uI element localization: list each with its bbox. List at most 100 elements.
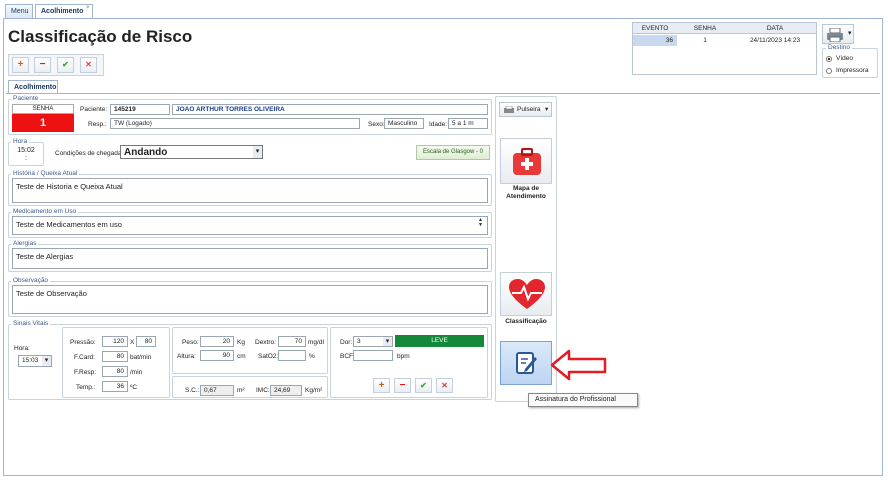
imc-label: IMC:	[256, 387, 270, 394]
sat-field[interactable]	[278, 350, 306, 361]
observacao-legend: Observação	[11, 277, 51, 284]
fcard-field[interactable]: 80	[102, 351, 128, 362]
sat-unit: %	[309, 353, 315, 360]
sinais-legend: Sinais Vitais	[11, 320, 51, 327]
paciente-id-field[interactable]: 145219	[110, 104, 170, 115]
hora-sub: :	[25, 155, 27, 162]
pressao-x: X	[130, 339, 135, 346]
sat-label: SatO2:	[258, 353, 279, 360]
sc-unit: m²	[237, 387, 245, 394]
bcf-field[interactable]	[353, 350, 393, 361]
chevron-down-icon[interactable]: ▾	[545, 103, 548, 116]
mapa-atendimento-button[interactable]	[500, 138, 552, 184]
tab-inner-label: Acolhimento	[14, 84, 57, 91]
fcard-label: F.Card:	[74, 354, 95, 361]
altura-label: Altura:	[177, 353, 196, 360]
radio-video-label: Vídeo	[836, 55, 853, 62]
imc-field: 24,69	[270, 385, 302, 396]
tooltip: Assinatura do Profissional	[528, 393, 638, 407]
fresp-field[interactable]: 80	[102, 366, 128, 377]
chevron-down-icon[interactable]: ▾	[383, 337, 392, 346]
page-title: Classificação de Risco	[8, 27, 193, 46]
peso-unit: Kg	[237, 339, 245, 346]
cell-senha[interactable]: 1	[677, 37, 733, 44]
tab-menu[interactable]: Menu	[5, 4, 33, 18]
medicamento-legend: Medicamento em Uso	[11, 208, 79, 215]
observacao-textarea[interactable]: Teste de Observação	[12, 285, 488, 314]
sc-label: S.C.:	[185, 387, 200, 394]
imc-unit: Kg/m²	[305, 387, 323, 394]
sv-cancel-button[interactable]: ✕	[436, 378, 453, 393]
dextro-field[interactable]: 70	[278, 336, 306, 347]
historia-legend: História / Queixa Atual	[11, 170, 80, 177]
historia-textarea[interactable]: Teste de Historia e Queixa Atual	[12, 178, 488, 203]
classificacao-button[interactable]	[500, 272, 552, 316]
sv-confirm-button[interactable]: ✔	[415, 378, 432, 393]
altura-unit: cm	[237, 353, 246, 360]
chevron-down-icon[interactable]: ▾	[848, 29, 852, 37]
cancel-button[interactable]: ✕	[80, 57, 97, 73]
radio-impressora[interactable]	[826, 68, 832, 74]
pressao-2-field[interactable]: 80	[136, 336, 156, 347]
dor-label: Dor:	[340, 339, 353, 346]
resp-field[interactable]: TW (Logado)	[110, 118, 360, 129]
tab-acolhimento-label: Acolhimento	[41, 8, 84, 15]
cell-data[interactable]: 24/11/2023 14:23	[735, 37, 815, 44]
glasgow-button[interactable]: Escala de Glasgow - 0	[416, 145, 490, 160]
idade-field[interactable]: 5 a 1 m	[448, 118, 488, 129]
sexo-field[interactable]: Masculino	[384, 118, 424, 129]
first-aid-kit-icon	[513, 148, 541, 175]
printer-icon	[827, 28, 843, 42]
hora-value: 15:02	[17, 147, 35, 154]
altura-field[interactable]: 90	[200, 350, 234, 361]
fcard-unit: bat/min	[130, 354, 152, 361]
dor-level-badge: LEVE	[395, 335, 484, 347]
tab-acolhimento[interactable]: Acolhimento ×	[35, 4, 93, 18]
chevron-down-icon[interactable]: ▾	[253, 146, 262, 158]
tab-close-icon[interactable]: ×	[86, 5, 90, 11]
paciente-legend: Paciente	[11, 95, 41, 102]
col-senha: SENHA	[693, 25, 717, 32]
signature-edit-icon	[516, 352, 537, 374]
sexo-label: Sexo:	[368, 121, 385, 128]
chegada-label: Condições de chegada:	[55, 150, 124, 157]
peso-field[interactable]: 20	[200, 336, 234, 347]
event-table: EVENTO SENHA DATA 36 1 24/11/2023 14:23	[632, 22, 817, 75]
chegada-select[interactable]: Andando	[120, 145, 263, 159]
print-button[interactable]: ▾	[822, 24, 854, 44]
destino-title: Destino	[826, 44, 853, 51]
pressao-label: Pressão:	[70, 339, 96, 346]
dextro-unit: mg/dl	[308, 339, 324, 346]
idade-label: Idade:	[429, 121, 448, 128]
pulseira-button[interactable]: Pulseira ▾	[499, 102, 552, 117]
heart-icon	[509, 279, 545, 309]
dextro-label: Dextro:	[255, 339, 276, 346]
hora-legend: Hora	[11, 138, 30, 145]
sv-hora-label: Hora:	[14, 345, 30, 352]
cell-evento[interactable]: 36	[635, 37, 673, 44]
confirm-button[interactable]: ✔	[57, 57, 74, 73]
remove-button[interactable]: −	[34, 57, 51, 73]
paciente-name-field[interactable]: JOAO ARTHUR TORRES OLIVEIRA	[172, 104, 488, 115]
assinatura-button[interactable]	[500, 341, 552, 385]
printer-icon	[504, 106, 514, 113]
pressao-1-field[interactable]: 120	[102, 336, 128, 347]
add-button[interactable]: +	[12, 57, 29, 73]
mapa-label: Mapa de Atendimento	[506, 185, 546, 200]
scroll-arrows[interactable]: ▲ ▼	[478, 218, 483, 228]
sv-add-button[interactable]: +	[373, 378, 390, 393]
resp-label: Resp.:	[88, 121, 107, 128]
medicamento-textarea[interactable]: Teste de Medicamentos em uso	[12, 216, 488, 235]
paciente-label: Paciente:	[80, 106, 108, 113]
temp-field[interactable]: 36	[102, 381, 128, 392]
tab-inner-acolhimento[interactable]: Acolhimento	[8, 80, 58, 94]
bcf-unit: bpm	[397, 353, 410, 360]
senha-label: SENHA	[12, 104, 74, 114]
col-evento: EVENTO	[641, 25, 669, 32]
sv-remove-button[interactable]: −	[394, 378, 411, 393]
classificacao-label: Classificação	[505, 318, 547, 325]
chevron-down-icon[interactable]: ▾	[42, 356, 51, 366]
arrow-annotation-icon	[550, 349, 607, 381]
alergias-textarea[interactable]: Teste de Alergias	[12, 248, 488, 269]
radio-video[interactable]	[826, 56, 832, 62]
